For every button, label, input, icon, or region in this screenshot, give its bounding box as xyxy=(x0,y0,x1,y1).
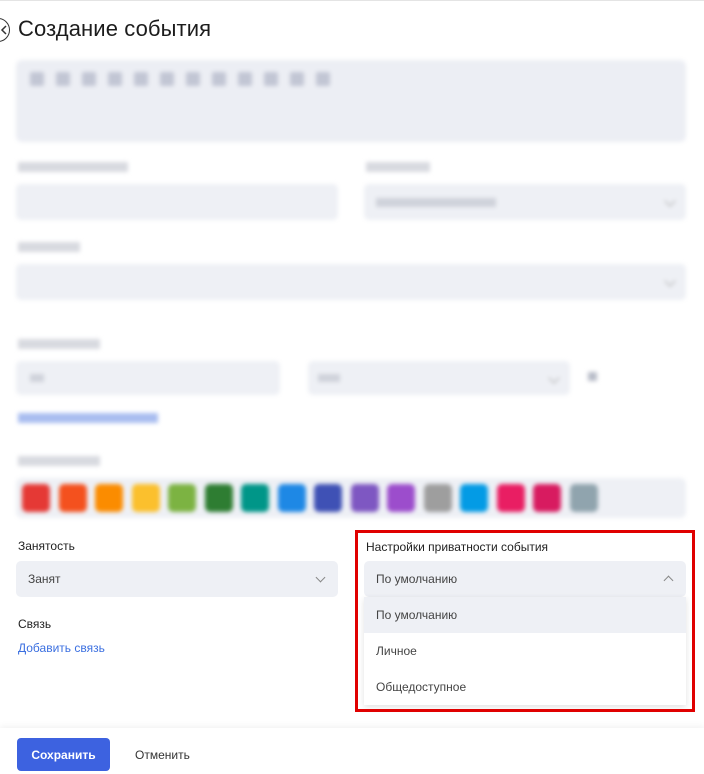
reminder-amount-input[interactable] xyxy=(16,361,280,395)
add-reminder-link[interactable] xyxy=(18,413,158,423)
color-swatch[interactable] xyxy=(533,484,561,512)
footer-bar: Сохранить Отменить xyxy=(0,728,704,774)
editor-toolbar xyxy=(30,72,330,86)
chevron-down-icon xyxy=(548,372,560,384)
color-swatch[interactable] xyxy=(350,484,379,512)
calendar-value xyxy=(376,198,496,207)
back-button[interactable] xyxy=(0,18,10,42)
color-swatch[interactable] xyxy=(95,484,123,512)
reminder-unit-select[interactable] xyxy=(308,361,570,395)
link-icon[interactable] xyxy=(134,72,148,86)
code-icon[interactable] xyxy=(290,72,304,86)
save-button[interactable]: Сохранить xyxy=(17,738,110,771)
busy-label: Занятость xyxy=(18,539,75,553)
reminder-label xyxy=(18,339,100,349)
format-icon[interactable] xyxy=(30,72,44,86)
color-swatch[interactable] xyxy=(460,484,488,512)
emoji-icon[interactable] xyxy=(238,72,252,86)
location-label xyxy=(18,162,128,172)
busy-value: Занят xyxy=(28,572,61,586)
image-icon[interactable] xyxy=(212,72,226,86)
italic-icon[interactable] xyxy=(82,72,96,86)
event-color-label xyxy=(18,456,100,466)
connection-label: Связь xyxy=(18,617,52,631)
fullscreen-icon[interactable] xyxy=(316,72,330,86)
participants-select[interactable] xyxy=(16,264,686,300)
color-swatch[interactable] xyxy=(22,484,50,512)
color-swatch[interactable] xyxy=(423,484,452,512)
color-swatch[interactable] xyxy=(496,484,525,512)
color-palette xyxy=(16,478,686,518)
add-connection-link[interactable]: Добавить связь xyxy=(18,641,105,655)
reminder-unit-value xyxy=(318,374,340,382)
color-swatch[interactable] xyxy=(277,484,306,512)
calendar-select[interactable] xyxy=(364,184,686,220)
color-swatch[interactable] xyxy=(131,484,160,512)
bold-icon[interactable] xyxy=(56,72,70,86)
highlight-box xyxy=(355,530,695,712)
color-swatch[interactable] xyxy=(168,484,196,512)
chevron-down-icon xyxy=(664,195,676,207)
list-icon[interactable] xyxy=(160,72,174,86)
cancel-button[interactable]: Отменить xyxy=(135,748,190,762)
table-icon[interactable] xyxy=(264,72,278,86)
color-swatch[interactable] xyxy=(58,484,87,512)
top-divider xyxy=(0,0,704,1)
underline-icon[interactable] xyxy=(108,72,122,86)
participants-label xyxy=(18,242,80,252)
busy-select[interactable]: Занят xyxy=(16,561,338,597)
chevron-down-icon xyxy=(664,275,676,287)
chevron-left-icon xyxy=(0,25,7,35)
color-swatch[interactable] xyxy=(204,484,233,512)
color-swatch[interactable] xyxy=(387,484,415,512)
align-icon[interactable] xyxy=(186,72,200,86)
color-swatch[interactable] xyxy=(241,484,269,512)
description-editor[interactable] xyxy=(16,60,686,142)
page-title: Создание события xyxy=(18,16,212,41)
chevron-down-icon xyxy=(315,572,326,583)
location-input[interactable] xyxy=(16,184,338,220)
color-swatch[interactable] xyxy=(314,484,342,512)
reminder-amount-value xyxy=(30,374,44,382)
color-swatch[interactable] xyxy=(569,484,598,512)
calendar-label xyxy=(366,162,430,172)
remove-reminder-icon[interactable] xyxy=(588,372,597,381)
